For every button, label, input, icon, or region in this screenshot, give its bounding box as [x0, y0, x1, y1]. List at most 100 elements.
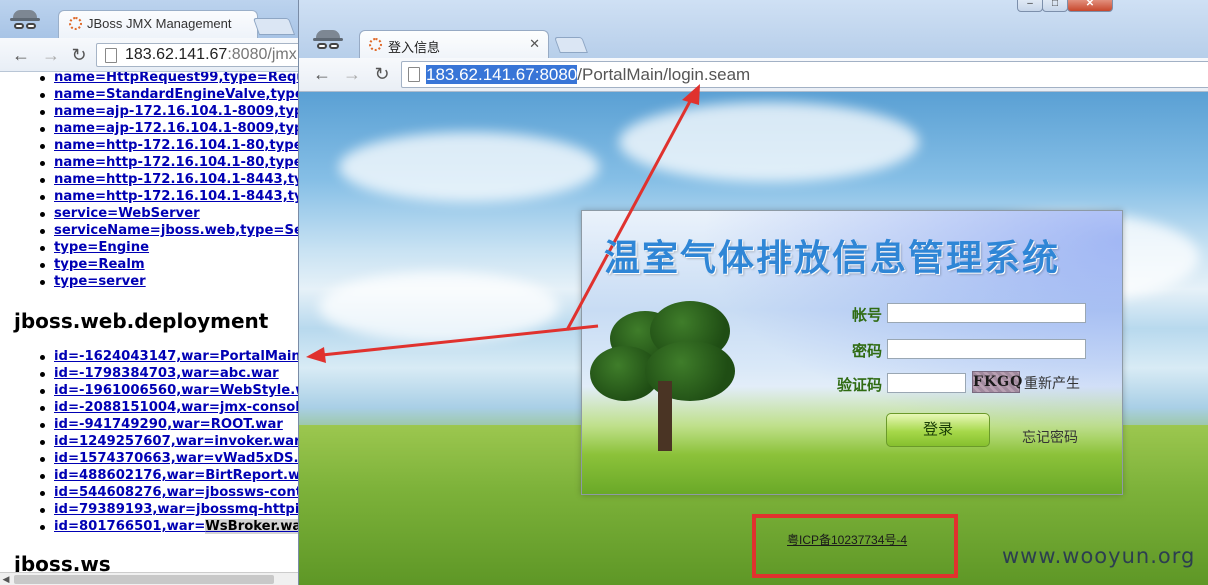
mbean-link[interactable]: name=http-172.16.104.1-8443,type=ThreadP… [54, 189, 298, 204]
back-arrow-icon[interactable]: ← [10, 45, 32, 65]
incognito-icon [10, 8, 40, 34]
forgot-password-link[interactable]: 忘记密码 [1022, 427, 1078, 447]
mbean-link[interactable]: id=-1624043147,war=PortalMain.war [54, 349, 298, 364]
list-item: name=ajp-172.16.104.1-8009,type=GlobalRe… [0, 103, 298, 120]
mbean-link[interactable]: name=StandardEngineValve,type=Valve [54, 87, 298, 102]
list-item: name=http-172.16.104.1-8443,type=GlobalR… [0, 171, 298, 188]
list-item: type=Engine [0, 239, 298, 256]
login-page-background: 温室气体排放信息管理系统 帐号 密码 验证码 FKGQ 重新产生 登录 忘记密码… [299, 92, 1208, 585]
forward-arrow-icon[interactable]: → [40, 45, 62, 65]
list-item: id=79389193,war=jbossmq-httpil.war [0, 501, 298, 518]
list-item: id=1249257607,war=invoker.war [0, 433, 298, 450]
page-icon [105, 48, 117, 63]
mbean-link[interactable]: serviceName=jboss.web,type=Service [54, 223, 298, 238]
login-button[interactable]: 登录 [886, 413, 990, 447]
window-controls: – □ ✕ [1017, 0, 1207, 14]
list-item: name=http-172.16.104.1-8443,type=ThreadP… [0, 188, 298, 205]
deployment-list: id=-1624043147,war=PortalMain.war id=-179… [0, 348, 298, 535]
list-item: id=801766501,war=WsBroker.war [0, 518, 298, 535]
watermark-text: www.wooyun.org [1002, 544, 1196, 568]
back-browser-window: JBoss JMX Management ← → ↻ 183.62.141.67… [0, 0, 320, 585]
mbean-link[interactable]: name=ajp-172.16.104.1-8009,type=GlobalRe… [54, 104, 298, 119]
tab-close-icon[interactable]: ✕ [529, 36, 540, 52]
mbean-list: name=HttpRequest99,type=RequestProcessor… [0, 72, 298, 290]
front-tab-title: 登入信息 [388, 40, 441, 55]
scroll-left-icon[interactable]: ◀ [0, 573, 12, 585]
page-icon [408, 67, 420, 82]
mbean-link[interactable]: name=http-172.16.104.1-80,type=ThreadPoo… [54, 155, 298, 170]
close-window-button[interactable]: ✕ [1067, 0, 1113, 12]
mbean-link[interactable]: name=HttpRequest99,type=RequestProcessor [54, 72, 298, 85]
mbean-link[interactable]: id=1574370663,war=vWad5xDS.war [54, 451, 298, 466]
password-input[interactable] [887, 339, 1086, 359]
maximize-button[interactable]: □ [1042, 0, 1068, 12]
back-address-host: 183.62.141.67 [125, 46, 228, 63]
list-item: name=HttpRequest99,type=RequestProcessor [0, 72, 298, 86]
horizontal-scrollbar[interactable]: ◀ [0, 572, 298, 585]
mbean-link[interactable]: id=-941749290,war=ROOT.war [54, 417, 283, 432]
back-new-tab-button[interactable] [252, 18, 296, 35]
annotation-box [752, 514, 958, 578]
list-item: name=http-172.16.104.1-80,type=ThreadPoo… [0, 154, 298, 171]
mbean-link[interactable]: type=Engine [54, 240, 149, 255]
list-item: serviceName=jboss.web,type=Service [0, 222, 298, 239]
mbean-link[interactable]: id=544608276,war=jbossws-context.war [54, 485, 298, 500]
back-address-bar[interactable]: 183.62.141.67:8080/jmx [96, 43, 320, 67]
reload-icon[interactable]: ↻ [68, 45, 90, 65]
mbean-link[interactable]: id=488602176,war=BirtReport.war [54, 468, 298, 483]
regenerate-captcha-link[interactable]: 重新产生 [1024, 373, 1080, 393]
loading-spinner-icon [69, 17, 82, 30]
mbean-link[interactable]: type=Realm [54, 257, 145, 272]
list-item: id=-941749290,war=ROOT.war [0, 416, 298, 433]
list-item: id=-1961006560,war=WebStyle.war [0, 382, 298, 399]
captcha-image[interactable]: FKGQ [972, 371, 1022, 393]
mbean-link[interactable]: name=ajp-172.16.104.1-8009,type=ThreadPo… [54, 121, 298, 136]
mbean-link[interactable]: id=1249257607,war=invoker.war [54, 434, 298, 449]
mbean-link[interactable]: type=server [54, 274, 146, 289]
back-tab-title: JBoss JMX Management [87, 16, 232, 31]
list-item: name=http-172.16.104.1-80,type=GlobalReq… [0, 137, 298, 154]
mbean-link[interactable]: id=-2088151004,war=jmx-console.war [54, 400, 298, 415]
mbean-link[interactable]: id=-1798384703,war=abc.war [54, 366, 279, 381]
captcha-input[interactable] [887, 373, 966, 393]
list-item: service=WebServer [0, 205, 298, 222]
back-tab-jboss-jmx[interactable]: JBoss JMX Management [58, 10, 258, 38]
mbean-link[interactable]: name=http-172.16.104.1-80,type=GlobalReq… [54, 138, 298, 153]
mbean-link[interactable]: id=801766501,war=WsBroker.war [54, 519, 298, 534]
back-tab-strip: JBoss JMX Management [0, 0, 320, 38]
list-item: id=544608276,war=jbossws-context.war [0, 484, 298, 501]
forward-arrow-icon[interactable]: → [341, 64, 363, 84]
list-item: id=-1624043147,war=PortalMain.war [0, 348, 298, 365]
front-toolbar: ← → ↻ 183.62.141.67:8080/PortalMain/logi… [299, 58, 1208, 92]
tree-image [590, 301, 740, 461]
account-input[interactable] [887, 303, 1086, 323]
list-item: id=-1798384703,war=abc.war [0, 365, 298, 382]
scrollbar-thumb[interactable] [14, 575, 274, 584]
minimize-button[interactable]: – [1017, 0, 1043, 12]
mbean-link[interactable]: name=http-172.16.104.1-8443,type=GlobalR… [54, 172, 298, 187]
address-path: /PortalMain/login.seam [577, 65, 751, 84]
system-title: 温室气体排放信息管理系统 [604, 237, 1061, 278]
list-item: type=Realm [0, 256, 298, 273]
list-item: name=StandardEngineValve,type=Valve [0, 86, 298, 103]
section-heading-web-deployment: jboss.web.deployment [14, 309, 269, 333]
loading-spinner-icon [369, 38, 382, 51]
list-item: id=1574370663,war=vWad5xDS.war [0, 450, 298, 467]
front-new-tab-button[interactable] [554, 37, 588, 53]
list-item: id=488602176,war=BirtReport.war [0, 467, 298, 484]
login-panel: 温室气体排放信息管理系统 帐号 密码 验证码 FKGQ 重新产生 登录 忘记密码 [581, 210, 1123, 495]
list-item: id=-2088151004,war=jmx-console.war [0, 399, 298, 416]
back-address-rest: :8080/jmx [227, 46, 297, 63]
mbean-link[interactable]: service=WebServer [54, 206, 200, 221]
front-tab-login[interactable]: 登入信息 ✕ [359, 30, 549, 58]
password-label: 密码 [851, 343, 882, 360]
mbean-link[interactable]: id=-1961006560,war=WebStyle.war [54, 383, 298, 398]
captcha-label: 验证码 [836, 377, 882, 394]
mbean-link[interactable]: id=79389193,war=jbossmq-httpil.war [54, 502, 298, 517]
back-toolbar: ← → ↻ 183.62.141.67:8080/jmx [0, 38, 320, 72]
back-arrow-icon[interactable]: ← [311, 64, 333, 84]
front-address-bar[interactable]: 183.62.141.67:8080/PortalMain/login.seam [401, 61, 1208, 88]
jmx-agent-view: name=HttpRequest99,type=RequestProcessor… [0, 72, 298, 572]
address-selected-host: 183.62.141.67:8080 [426, 65, 578, 84]
reload-icon[interactable]: ↻ [371, 64, 393, 84]
